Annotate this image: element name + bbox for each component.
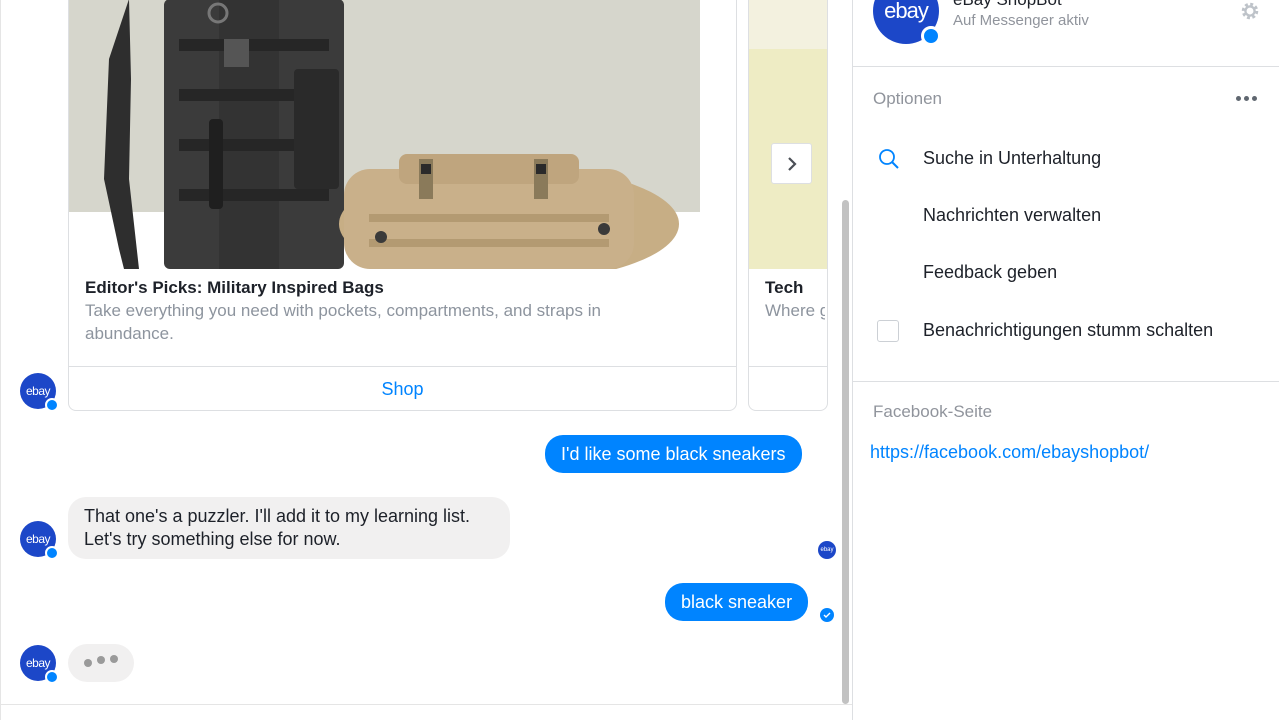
messenger-badge-icon [45,398,59,412]
avatar-label: ebay [25,532,51,546]
composer-divider [1,704,852,705]
bot-avatar[interactable]: ebay [20,645,59,684]
profile-name[interactable]: eBay ShopBot [953,0,1062,10]
card-image-stripe [749,0,827,49]
carousel-card: Tech Where game [748,0,828,411]
give-feedback-option[interactable]: Feedback geben [923,262,1057,283]
profile-status: Auf Messenger aktiv [953,12,1089,29]
messenger-badge-icon [45,670,59,684]
section-divider [853,381,1279,382]
more-options-icon[interactable] [1236,92,1260,104]
mute-notifications-option[interactable]: Benachrichtigungen stumm schalten [923,320,1213,341]
card-divider [749,366,827,367]
section-divider [853,66,1279,67]
delivered-check-icon [820,608,834,622]
card-subtitle: Where game [765,301,825,320]
search-in-conversation-option[interactable]: Suche in Unterhaltung [923,148,1101,169]
chevron-right-icon [787,156,797,171]
facebook-page-link[interactable]: https://facebook.com/ebayshopbot/ [870,442,1149,463]
facebook-page-heading: Facebook-Seite [873,402,993,421]
avatar-label: ebay [25,656,51,670]
messenger-app: Editor's Picks: Military Inspired Bags T… [0,0,1280,720]
card-image [749,0,827,269]
shop-button[interactable]: Shop [69,367,736,410]
gear-icon[interactable] [1239,0,1261,22]
card-image [69,0,700,269]
avatar-label: ebay [884,0,929,23]
outgoing-message[interactable]: black sneaker [665,583,809,621]
card-subtitle: Take everything you need with pockets, c… [85,301,601,343]
card-title: Tech [765,278,804,297]
messenger-badge-icon [921,26,941,46]
avatar-label: ebay [820,547,834,553]
typing-indicator [68,644,134,682]
outgoing-message[interactable]: I'd like some black sneakers [545,435,802,473]
seen-avatar: ebay [818,541,836,559]
search-icon [879,149,899,169]
profile-avatar[interactable]: ebay [873,0,941,46]
messenger-badge-icon [45,546,59,560]
chat-pane: Editor's Picks: Military Inspired Bags T… [0,0,852,720]
options-heading: Optionen [873,89,942,108]
bot-avatar[interactable]: ebay [20,521,59,560]
chat-scrollbar[interactable] [842,200,849,704]
avatar-label: ebay [25,384,51,398]
carousel-next-button[interactable] [771,143,812,184]
manage-messages-option[interactable]: Nachrichten verwalten [923,205,1101,226]
bot-avatar[interactable]: ebay [20,373,59,412]
military-bags-image [69,0,700,269]
incoming-message[interactable]: That one's a puzzler. I'll add it to my … [68,497,510,559]
card-title: Editor's Picks: Military Inspired Bags [85,278,384,297]
carousel-card: Editor's Picks: Military Inspired Bags T… [68,0,737,411]
mute-notifications-checkbox[interactable] [877,320,899,342]
conversation-info-sidebar: ebay eBay ShopBot Auf Messenger aktiv Op… [852,0,1280,720]
